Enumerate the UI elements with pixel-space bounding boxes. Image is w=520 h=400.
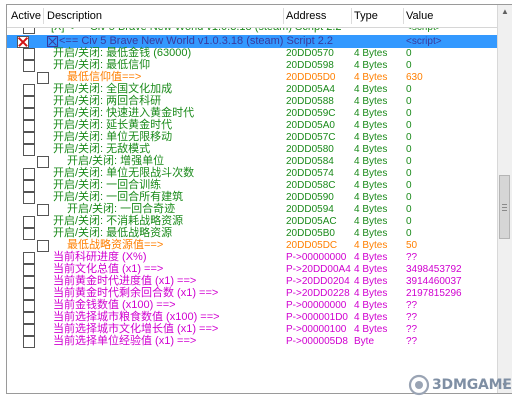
entry-description: [X] <== Civ 5 Brave New World v1.0.3.18 … — [51, 28, 342, 34]
header-divider[interactable] — [283, 8, 284, 24]
watermark: 3DMGAME — [408, 374, 512, 396]
header-value[interactable]: Value — [406, 10, 433, 22]
entry-value[interactable]: <script> — [406, 28, 442, 34]
active-checkbox[interactable] — [23, 28, 35, 34]
script-group-icon — [47, 36, 58, 47]
cheat-entry-list[interactable]: [X] <== Civ 5 Brave New World v1.0.3.18 … — [7, 28, 497, 390]
active-checkbox[interactable] — [23, 336, 35, 348]
header-description[interactable]: Description — [47, 10, 102, 22]
header-divider[interactable] — [351, 8, 352, 24]
scrollbar-thumb[interactable] — [499, 175, 510, 239]
entry-description: 当前选择单位经验值 (x1) ==> — [53, 335, 197, 347]
table-row[interactable]: 当前选择单位经验值 (x1) ==> P->000005D8 Byte?? — [7, 335, 497, 348]
entry-value[interactable]: ?? — [406, 335, 417, 348]
arrow-up-icon[interactable]: ▲ — [498, 5, 512, 19]
column-header-bar: Active Description Address Type Value — [7, 5, 497, 28]
3dm-logo-icon — [408, 374, 430, 396]
entry-type: Byte — [354, 336, 375, 347]
entry-address: P->000005D8 — [286, 336, 348, 347]
header-address[interactable]: Address — [286, 10, 326, 22]
header-active[interactable]: Active — [11, 10, 41, 22]
vertical-scrollbar[interactable]: ▲ ▼ — [497, 5, 512, 393]
watermark-text: 3DMGAME — [432, 377, 512, 393]
cheat-table-panel: Active Description Address Type Value [X… — [6, 4, 512, 394]
header-type[interactable]: Type — [354, 10, 378, 22]
table-row[interactable]: [X] <== Civ 5 Brave New World v1.0.3.18 … — [7, 28, 497, 34]
header-divider[interactable] — [43, 8, 44, 24]
header-divider[interactable] — [403, 8, 404, 24]
